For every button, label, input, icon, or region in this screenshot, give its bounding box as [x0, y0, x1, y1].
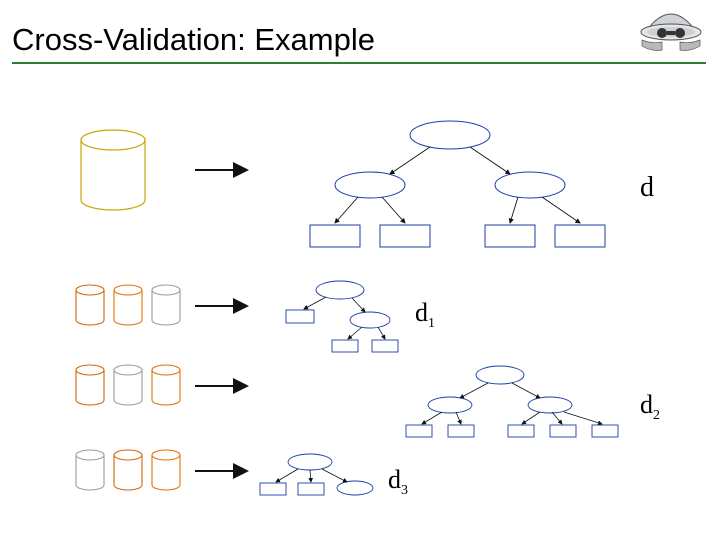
label-d3-base: d: [388, 465, 401, 494]
cyl-d2-3: [152, 365, 180, 405]
label-d1: d1: [415, 298, 435, 332]
row-d2: [76, 365, 618, 437]
slide: Cross-Validation: Example: [0, 0, 720, 540]
label-d1-sub: 1: [428, 316, 435, 331]
cyl-d1-2: [114, 285, 142, 325]
tree-d3: [260, 454, 373, 495]
cyl-d3-2: [114, 450, 142, 490]
row-d: [81, 121, 605, 247]
label-d3: d3: [388, 465, 408, 499]
tree-d2: [406, 366, 618, 437]
diagram-canvas: [0, 0, 720, 540]
label-d: d: [640, 172, 654, 204]
cyl-d1-1: [76, 285, 104, 325]
label-d2: d2: [640, 390, 660, 424]
cyl-d2-2: [114, 365, 142, 405]
tree-d1: [286, 281, 398, 352]
cyl-d3-1: [76, 450, 104, 490]
tree-d: [310, 121, 605, 247]
row-d1: [76, 281, 398, 352]
label-d2-sub: 2: [653, 408, 660, 423]
label-d1-base: d: [415, 298, 428, 327]
cyl-d3-3: [152, 450, 180, 490]
cylinder-full: [81, 130, 145, 210]
label-d2-base: d: [640, 390, 653, 419]
cyl-d1-3: [152, 285, 180, 325]
cyl-d2-1: [76, 365, 104, 405]
row-d3: [76, 450, 373, 495]
label-d3-sub: 3: [401, 483, 408, 498]
